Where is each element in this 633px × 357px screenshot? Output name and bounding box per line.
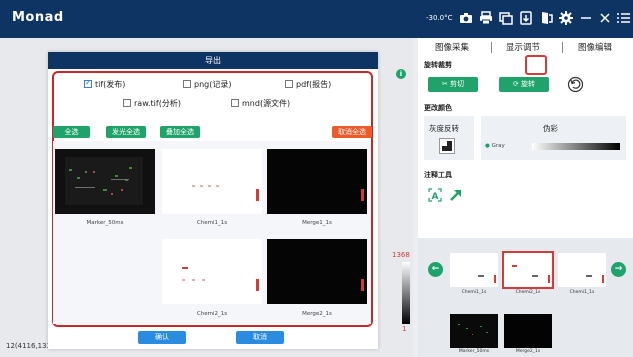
svg-text:A: A <box>432 192 439 202</box>
film-thumb-chemi1[interactable] <box>450 253 498 287</box>
histogram-min: 1 <box>402 325 407 333</box>
door-exit-icon[interactable] <box>538 10 554 26</box>
tab-bar: 图像采集 显示调节 图像编辑 <box>418 38 633 54</box>
prev-arrow-icon[interactable]: ← <box>428 262 443 277</box>
app-logo: Monad <box>12 10 64 25</box>
temperature-readout: -30.0°C <box>426 14 453 22</box>
printer-icon[interactable] <box>478 10 494 26</box>
colormap-select[interactable]: ● Gray <box>485 143 505 149</box>
change-color-title: 更改颜色 <box>424 104 452 112</box>
next-arrow-icon[interactable]: → <box>611 262 626 277</box>
histogram-bar[interactable] <box>402 262 410 324</box>
thumbnail-label: Chemi2_1s <box>196 311 228 317</box>
histogram-max: 1368 <box>392 251 410 259</box>
text-annotation-icon[interactable]: A <box>428 188 442 202</box>
thumbnail-marker[interactable] <box>55 149 155 214</box>
filmstrip: ← → Chemi1_1s Chemi2_1s Chemi1_1s Marker… <box>418 238 633 357</box>
cancel-button[interactable]: 取消 <box>236 331 284 344</box>
annotation-title: 注释工具 <box>424 171 452 179</box>
minimize-icon[interactable] <box>578 10 594 26</box>
copy-icon[interactable] <box>498 10 514 26</box>
invert-panel[interactable]: 灰度反转 <box>424 116 474 160</box>
thumbnail-label: Merge1_1s <box>302 220 332 226</box>
film-label: Merge2_1s <box>515 349 541 354</box>
film-thumb-chemi1b[interactable] <box>558 253 606 287</box>
thumbnail-chemi2[interactable] <box>162 239 262 304</box>
crop-button[interactable]: ✂ 剪切 <box>428 77 478 92</box>
film-label: Chemi2_1s <box>515 290 541 295</box>
film-label: Marker_50ms <box>458 349 490 354</box>
tab-image-edit[interactable]: 图像编辑 <box>578 41 612 53</box>
settings-icon[interactable] <box>558 10 574 26</box>
deselect-all-button[interactable]: 取消全选 <box>332 126 372 138</box>
checkbox-icon[interactable] <box>84 78 92 88</box>
menu-icon[interactable] <box>616 10 630 26</box>
thumbnail-label: Marker_50ms <box>86 220 124 226</box>
format-tif[interactable]: tif(发布) <box>84 78 125 90</box>
format-png[interactable]: png(记录) <box>183 79 231 90</box>
thumbnail-label: Chemi1_1s <box>196 220 228 226</box>
film-thumb-chemi2-selected[interactable] <box>502 251 554 289</box>
format-raw-tif[interactable]: raw.tif(分析) <box>123 98 181 109</box>
title-bar: Monad -30.0°C <box>0 0 633 38</box>
pseudocolor-panel[interactable]: 伪彩 ● Gray <box>481 116 626 160</box>
film-thumb-merge2[interactable] <box>504 314 552 348</box>
invert-swatch[interactable] <box>439 138 455 154</box>
film-label: Chemi1_1s <box>461 290 487 295</box>
camera-icon[interactable] <box>458 10 474 26</box>
tab-divider <box>562 42 563 53</box>
tab-display-adjust[interactable]: 显示调节 <box>506 41 540 53</box>
select-overlay-button[interactable]: 叠加全选 <box>160 126 200 138</box>
checkbox-icon[interactable] <box>123 99 131 107</box>
undo-icon[interactable] <box>567 76 584 93</box>
invert-label: 灰度反转 <box>429 124 459 133</box>
select-glow-button[interactable]: 发光全选 <box>106 126 146 138</box>
checkbox-icon[interactable] <box>285 80 293 88</box>
highlight-box <box>525 55 547 75</box>
scissors-icon: ✂ <box>441 80 448 88</box>
tab-image-capture[interactable]: 图像采集 <box>435 41 469 53</box>
pseudocolor-label: 伪彩 <box>543 124 558 133</box>
format-mnd[interactable]: mnd(源文件) <box>231 98 290 109</box>
thumbnail-merge1[interactable] <box>267 149 367 214</box>
export-dialog: 导出 tif(发布) png(记录) pdf(报告) raw.tif(分析) m… <box>48 52 378 349</box>
info-icon[interactable]: i <box>396 69 406 79</box>
confirm-button[interactable]: 确认 <box>138 331 186 344</box>
thumbnail-chemi1[interactable] <box>162 149 262 214</box>
thumbnail-merge2[interactable] <box>267 239 367 304</box>
film-thumb-marker[interactable] <box>450 314 498 348</box>
arrow-annotation-icon[interactable] <box>449 188 463 202</box>
checkbox-icon[interactable] <box>183 80 191 88</box>
select-all-button[interactable]: 全选 <box>53 126 90 138</box>
close-icon[interactable] <box>597 10 613 26</box>
rotate-crop-title: 旋转裁剪 <box>424 61 452 69</box>
tab-divider <box>491 42 492 53</box>
format-pdf[interactable]: pdf(报告) <box>285 79 331 90</box>
checkbox-icon[interactable] <box>231 99 239 107</box>
export-icon[interactable] <box>518 10 534 26</box>
dialog-title: 导出 <box>48 52 378 69</box>
thumbnail-label: Merge2_1s <box>302 311 332 317</box>
rotate-button[interactable]: ⟳ 旋转 <box>499 77 549 92</box>
rotate-icon: ⟳ <box>512 80 519 88</box>
film-label: Chemi1_1s <box>569 290 595 295</box>
colormap-gradient <box>532 143 620 150</box>
thumbnail-grid: Marker_50ms Chemi1_1s Merge1_1s Chemi2_1… <box>53 141 371 324</box>
